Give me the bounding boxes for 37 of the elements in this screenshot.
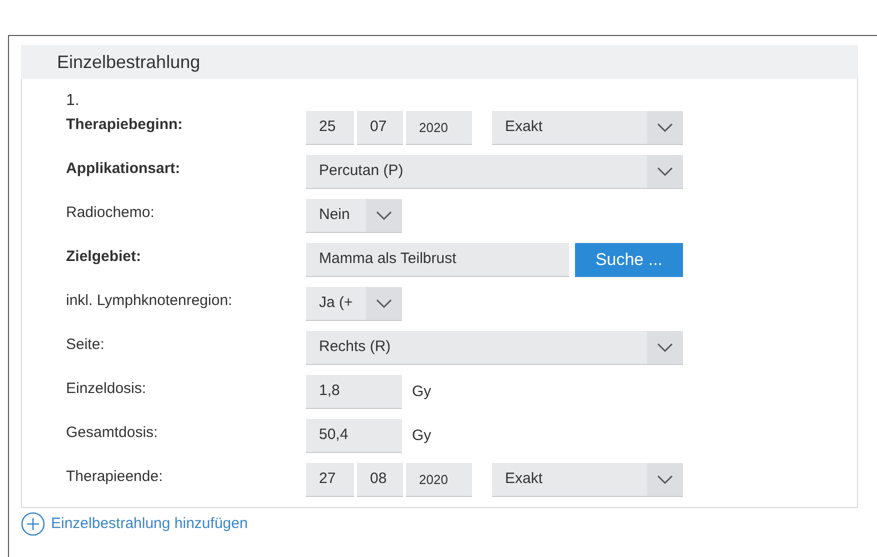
input-field[interactable]: 2020 (406, 463, 472, 497)
field-label: Zielgebiet: (66, 247, 142, 267)
panel-title: Einzelbestrahlung (57, 50, 200, 74)
input-field[interactable]: 08 (357, 463, 403, 497)
chevron-down-icon (657, 474, 673, 484)
search-button[interactable]: Suche ... (575, 243, 683, 277)
field-label: Gesamtdosis: (66, 423, 159, 443)
input-field[interactable]: Mamma als Teilbrust (306, 243, 569, 277)
input-field[interactable]: 07 (357, 111, 403, 145)
field-label: Seite: (66, 335, 106, 355)
input-field[interactable]: 1,8 (306, 375, 402, 409)
unit-label: Gy (412, 382, 432, 402)
chevron-down-icon (376, 210, 392, 220)
chevron-down-icon (657, 166, 673, 176)
field-label: inkl. Lymphknotenregion: (66, 291, 234, 311)
field-label: Therapieende: (66, 467, 164, 487)
input-field[interactable]: 2020 (406, 111, 472, 145)
dropdown[interactable]: Exakt (492, 463, 683, 497)
chevron-down-icon (657, 122, 673, 132)
field-label: Therapiebeginn: (66, 115, 184, 135)
field-label: Radiochemo: (66, 203, 156, 223)
entry-number: 1. (66, 91, 80, 109)
dropdown[interactable]: Rechts (R) (306, 331, 683, 365)
plus-circle-icon (21, 512, 45, 536)
input-field[interactable]: 50,4 (306, 419, 402, 453)
dropdown[interactable]: Percutan (P) (306, 155, 683, 189)
input-field[interactable]: 25 (306, 111, 354, 145)
unit-label: Gy (412, 426, 432, 446)
dropdown[interactable]: Nein (306, 199, 402, 233)
add-link[interactable]: Einzelbestrahlung hinzufügen (21, 512, 248, 536)
field-label: Applikationsart: (66, 159, 182, 179)
input-field[interactable]: 27 (306, 463, 354, 497)
dropdown[interactable]: Exakt (492, 111, 683, 145)
chevron-down-icon (376, 298, 392, 308)
field-label: Einzeldosis: (66, 379, 148, 399)
dropdown[interactable]: Ja (+ (306, 287, 402, 321)
chevron-down-icon (657, 342, 673, 352)
